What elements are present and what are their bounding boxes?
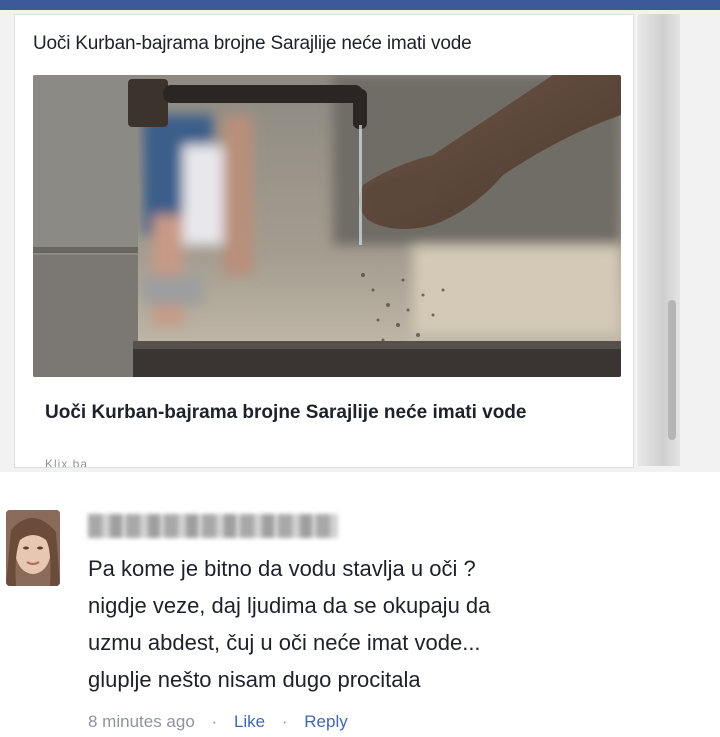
scrollbar-thumb[interactable] <box>668 300 676 440</box>
comment-line: Pa kome je bitno da vodu stavlja u oči ? <box>88 556 476 581</box>
like-button[interactable]: Like <box>234 712 265 731</box>
meta-separator: · <box>281 712 288 731</box>
profile-photo-icon <box>6 510 60 586</box>
comment-body: Pa kome je bitno da vodu stavlja u oči ?… <box>88 550 708 698</box>
comment-timestamp[interactable]: 8 minutes ago <box>88 712 195 731</box>
commenter-name-blurred[interactable] <box>88 514 338 538</box>
post-title: Uoči Kurban-bajrama brojne Sarajlije neć… <box>33 33 472 54</box>
post-photo[interactable] <box>33 75 621 377</box>
comment-line: nigdje veze, daj ljudima da se okupaju d… <box>88 593 491 618</box>
link-preview-title[interactable]: Uoči Kurban-bajrama brojne Sarajlije neć… <box>45 399 605 427</box>
link-preview-source: Klix.ba <box>45 457 89 467</box>
comment-line: uzmu abdest, čuj u oči neće imat vode... <box>88 630 481 655</box>
comment-meta: 8 minutes ago · Like · Reply <box>88 712 348 732</box>
top-navigation-bar <box>0 0 720 10</box>
reply-button[interactable]: Reply <box>304 712 347 731</box>
water-tap-photo <box>33 75 621 377</box>
comment-line: gluplje nešto nisam dugo procitala <box>88 667 421 692</box>
shared-post-card[interactable]: Uoči Kurban-bajrama brojne Sarajlije neć… <box>14 14 634 468</box>
meta-separator: · <box>211 712 218 731</box>
avatar[interactable] <box>6 510 60 586</box>
